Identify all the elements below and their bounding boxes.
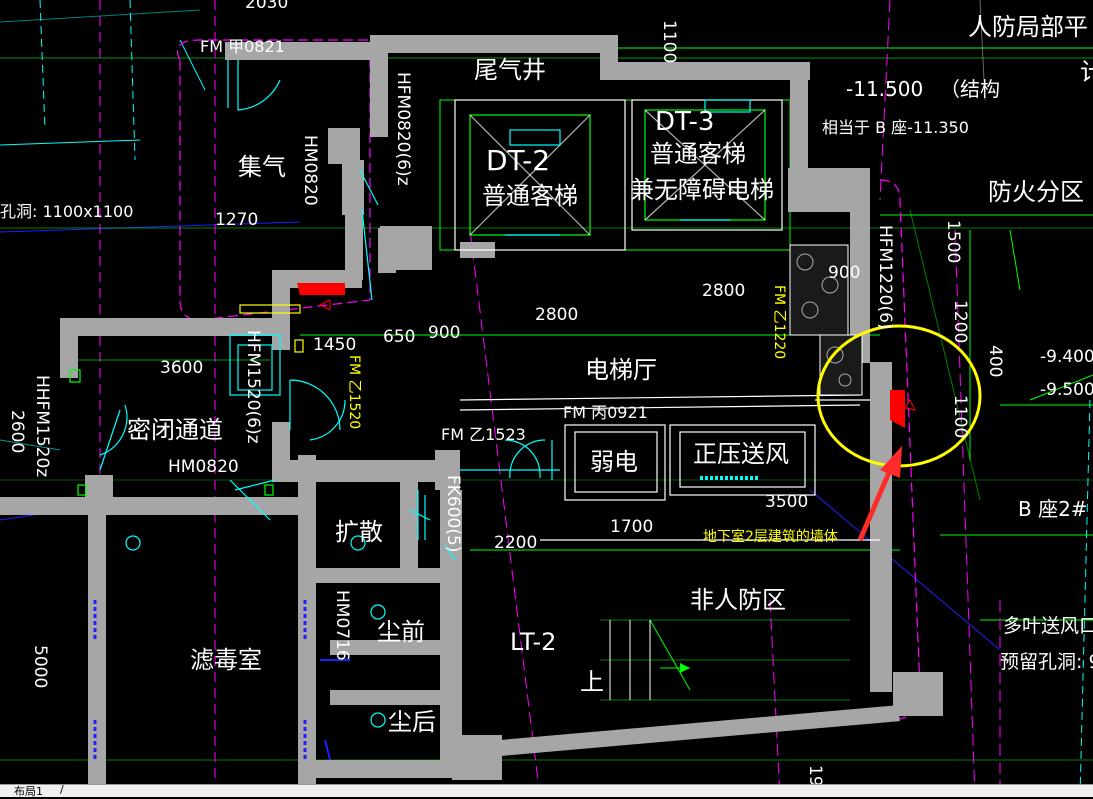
layout-tab-bar: 布局1 / [0,783,1093,798]
text-pressure-air: 正压送风 [693,440,789,468]
text-900: 900 [428,323,460,343]
text-weak-power: 弱电 [590,448,638,476]
text-2200: 2200 [494,533,537,553]
text-elevator-hall: 电梯厅 [585,356,657,384]
text-lt2: LT-2 [510,628,556,656]
text-dt3-sub2: 兼无障碍电梯 [630,176,774,204]
text-elev-note: （结构 [940,77,1000,101]
text-non-civil: 非人防区 [690,586,786,614]
text-2800-b: 2800 [702,281,745,301]
text-hfm0820: HFM0820(6)z [393,72,413,186]
text-1270: 1270 [215,210,258,230]
text-fm-yi1520: FM 乙1520 [346,355,362,429]
text-1100-right: 1100 [950,395,970,438]
text-gas-room: 集气 [238,153,286,181]
text-dust-back: 尘后 [388,708,436,736]
text-fk60015: FK600(5) [443,475,463,552]
text-airlock: 密闭通道 [127,416,223,444]
text-multi-vent: 多叶送风口 [1003,615,1093,637]
text-2800-a: 2800 [535,305,578,325]
text-dust-front: 尘前 [377,618,425,646]
text-elev-9400: -9.400 [1040,347,1093,367]
text-dt3-sub1: 普通客梯 [650,140,746,168]
text-elev-11500: -11.500 [846,77,923,101]
text-up: 上 [580,668,604,696]
text-dt3: DT-3 [655,107,714,137]
tab-separator: / [60,783,64,796]
text-900-right: 900 [828,263,860,283]
text-top-title: 人防局部平 [968,13,1088,41]
text-1500: 1500 [943,220,963,263]
text-hm0820-v: HM0820 [300,135,320,206]
text-1700: 1700 [610,517,653,537]
text-3500: 3500 [765,492,808,512]
text-fm-yi1523: FM 乙1523 [441,425,526,444]
text-fm-bing: FM 丙0921 [563,403,648,422]
text-b-block: B 座2# [1018,497,1088,521]
text-2600: 2600 [7,410,27,453]
text-650: 650 [383,327,415,347]
text-1200: 1200 [950,300,970,343]
text-diffuse: 扩散 [335,518,383,546]
text-fire-zone: 防火分区 [988,178,1084,206]
text-exhaust-well: 尾气井 [474,56,546,84]
text-top-right-char: 计 [1080,58,1093,86]
text-annotation: 地下室2层建筑的墙体 [703,528,838,545]
text-elev-9500: -9.500 [1040,380,1093,400]
text-hole: 孔洞: 1100x1100 [0,202,133,221]
cad-drawing-canvas[interactable]: 人防局部平 计 -11.500 （结构 相当于 B 座-11.350 防火分区 … [0,0,1093,797]
text-2030: 2030 [245,0,288,13]
text-reserved-hole: 预留孔洞: 9 [1000,651,1093,673]
text-hm0716: HM0716 [332,590,352,661]
text-5000: 5000 [30,645,50,688]
text-dt2-sub: 普通客梯 [482,182,578,210]
text-3600: 3600 [160,358,203,378]
text-hhfm1520: HHFM1520z [32,375,52,477]
text-fm-yi1220: FM 乙1220 [771,285,787,359]
text-1450: 1450 [313,335,356,355]
text-filter-room: 滤毒室 [190,646,262,674]
text-hfm1520: HFM1520(6)z [243,330,263,444]
text-fm-jia: FM 甲0821 [200,37,285,56]
text-1100-top: 1100 [659,20,679,63]
text-hfm1220: HFM1220(6) [875,225,895,330]
text-hm0820-h: HM0820 [168,457,239,477]
text-elev-b: 相当于 B 座-11.350 [822,118,969,137]
text-dt2: DT-2 [486,144,550,177]
text-400: 400 [985,345,1005,377]
